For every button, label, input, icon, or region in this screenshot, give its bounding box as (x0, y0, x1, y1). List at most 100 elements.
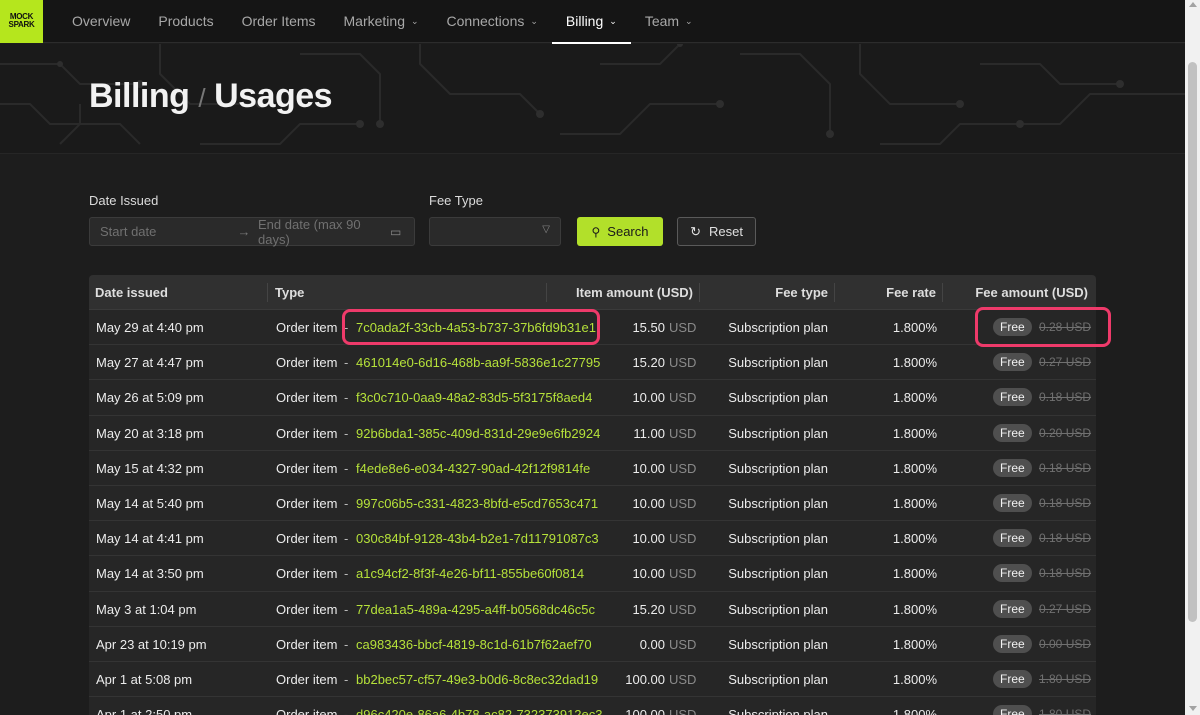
column-fee-type[interactable]: Fee type (775, 285, 828, 300)
page-header-banner: Billing / Usages (0, 44, 1185, 154)
date-issued-label: Date Issued (89, 193, 159, 208)
cell-item-amount: 100.00 (625, 707, 665, 715)
dash-separator: - (344, 355, 349, 371)
cell-fee-rate: 1.800% (892, 671, 937, 687)
nav-item-label: Order Items (241, 13, 316, 29)
table-row[interactable]: May 15 at 4:32 pm Order item - f4ede8e6-e03… (89, 451, 1096, 486)
free-badge: Free (993, 599, 1032, 618)
table-row[interactable]: May 14 at 4:41 pm Order item -030c84bf-912… (89, 521, 1096, 557)
column-divider (834, 283, 835, 302)
chevron-down-icon: ▽ (542, 224, 550, 235)
dash-separator: - (344, 601, 349, 617)
breadcrumb-billing[interactable]: Billing (89, 77, 190, 116)
usages-table: Date issued Type Item amount (USD) Fee t… (89, 275, 1096, 715)
column-divider (699, 283, 700, 302)
dash-separator: - (344, 636, 349, 652)
dash-separator: - (344, 531, 349, 547)
table-row[interactable]: Apr 23 at 10:19 pm Order item - ca983436-bb… (89, 627, 1096, 662)
start-date-input[interactable]: Start date (100, 224, 230, 239)
breadcrumb-usages: Usages (214, 77, 333, 115)
cell-fee-original: 0.18 USD (1039, 495, 1092, 510)
brand-logo[interactable]: MOCK SPARK (0, 0, 43, 43)
nav-item-label: Billing (565, 13, 604, 29)
cell-fee-rate: 1.800% (892, 390, 937, 406)
table-row[interactable]: May 20 at 3:18 pm Order item -92b6bda1-385… (89, 416, 1096, 451)
reset-button[interactable]: ↻ Reset (677, 217, 756, 246)
cell-type: Order item (276, 601, 338, 617)
cell-fee-type: Subscription plan (728, 601, 828, 617)
cell-currency: USD (669, 390, 697, 406)
dash-separator: - (344, 671, 349, 687)
cell-currency: USD (669, 636, 697, 652)
nav-item-order-items[interactable]: Order Items (228, 0, 330, 43)
nav-item-connections[interactable]: Connections ⌄ (433, 0, 552, 43)
order-item-link[interactable]: f3c0c710-0aa9-48a2-83d5-5f3175f8aed4 (356, 390, 592, 405)
table-row[interactable]: Apr 1 at 5:08 pm Order item - bb2bec57-cf57… (89, 662, 1096, 698)
order-item-link[interactable]: 997c06b5-c331-4823-8bfd-e5cd7653c471 (356, 496, 598, 511)
table-row[interactable]: May 29 at 4:40 pm Order item -7c0ada2f-33c… (89, 310, 1096, 346)
table-row[interactable]: May 27 at 4:47 pm Order item -461014e0-6d1… (89, 345, 1096, 381)
free-badge: Free (993, 388, 1032, 407)
order-item-link[interactable]: a1c94cf2-8f3f-4e26-bf11-855be60f0814 (356, 566, 584, 581)
cell-item-amount: 10.00 (632, 460, 665, 476)
scrollbar-thumb[interactable] (1188, 62, 1197, 622)
column-fee-rate[interactable]: Fee rate (886, 285, 936, 300)
column-divider (267, 283, 268, 302)
order-item-link[interactable]: 7c0ada2f-33cb-4a53-b737-37b6fd9b31e1 (356, 320, 596, 335)
scroll-up-arrow-icon[interactable] (1189, 2, 1197, 7)
free-badge: Free (993, 458, 1032, 477)
cell-type: Order item (276, 425, 338, 441)
order-item-link[interactable]: bb2bec57-cf57-49e3-b0d6-8c8ec32dad19 (356, 672, 598, 687)
table-row[interactable]: May 26 at 5:09 pm Order item - f3c0c710-0aa… (89, 380, 1096, 416)
cell-fee-original: 0.27 USD (1039, 601, 1092, 616)
column-item-amount[interactable]: Item amount (USD) (576, 285, 693, 300)
nav-item-products[interactable]: Products (144, 0, 227, 43)
column-date-issued[interactable]: Date issued (95, 285, 168, 300)
order-item-link[interactable]: f4ede8e6-e034-4327-90ad-42f12f9814fe (356, 461, 590, 476)
scroll-down-arrow-icon[interactable] (1189, 706, 1197, 711)
order-item-link[interactable]: 030c84bf-9128-43b4-b2e1-7d11791087c3 (356, 531, 599, 546)
cell-fee-rate: 1.800% (892, 425, 937, 441)
order-item-link[interactable]: ca983436-bbcf-4819-8c1d-61b7f62aef70 (356, 637, 592, 652)
search-icon: ⚲ (591, 224, 601, 239)
order-item-link[interactable]: 92b6bda1-385c-409d-831d-29e9e6fb2924 (356, 426, 600, 441)
nav-item-overview[interactable]: Overview (58, 0, 144, 43)
nav-item-team[interactable]: Team ⌄ (631, 0, 707, 43)
page-title: Billing / Usages (89, 77, 333, 116)
order-item-link[interactable]: 461014e0-6d16-468b-aa9f-5836e1c27795 (356, 355, 600, 370)
date-range-picker[interactable]: Start date → End date (max 90 days) ▭ (89, 217, 415, 247)
nav-item-marketing[interactable]: Marketing ⌄ (330, 0, 433, 43)
cell-type: Order item (276, 566, 338, 582)
cell-date: Apr 1 at 2:50 pm (96, 707, 193, 715)
end-date-input[interactable]: End date (max 90 days) (258, 217, 390, 247)
cell-fee-type: Subscription plan (728, 707, 828, 715)
order-item-link[interactable]: d96c420e-86a6-4b78-ac82-732373912ec3 (356, 707, 603, 715)
order-item-link[interactable]: 77dea1a5-489a-4295-a4ff-b0568dc46c5c (356, 602, 595, 617)
cell-fee-rate: 1.800% (892, 601, 937, 617)
cell-currency: USD (669, 601, 697, 617)
table-row[interactable]: Apr 1 at 2:50 pm Order item - d96c420e-86a6… (89, 697, 1096, 715)
cell-fee-rate: 1.800% (892, 707, 937, 715)
nav-items: Overview Products Order Items Marketing ⌄ Con… (58, 0, 707, 44)
nav-item-billing[interactable]: Billing ⌄ (551, 0, 631, 44)
cell-fee-rate: 1.800% (892, 531, 937, 547)
cell-fee-rate: 1.800% (892, 320, 937, 335)
column-fee-amount[interactable]: Fee amount (USD) (975, 285, 1088, 300)
cell-date: May 15 at 4:32 pm (96, 460, 204, 476)
table-row[interactable]: May 14 at 5:40 pm Order item -997c06b5-c33… (89, 486, 1096, 522)
search-button[interactable]: ⚲ Search (577, 217, 663, 246)
table-row[interactable]: May 14 at 3:50 pm Order item - a1c94cf2-8f3… (89, 556, 1096, 592)
page-scrollbar[interactable] (1185, 0, 1200, 715)
column-type[interactable]: Type (275, 285, 304, 300)
free-badge: Free (993, 705, 1032, 715)
cell-type: Order item (276, 636, 338, 652)
fee-type-select[interactable]: ▽ (429, 217, 561, 246)
chevron-down-icon: ⌄ (530, 15, 538, 26)
table-row[interactable]: May 3 at 1:04 pm Order item -77dea1a5-489a… (89, 592, 1096, 627)
chevron-down-icon: ⌄ (685, 15, 693, 26)
cell-fee-original: 0.18 USD (1039, 390, 1092, 405)
breadcrumb-separator: / (198, 83, 206, 113)
calendar-icon[interactable]: ▭ (390, 225, 414, 239)
dash-separator: - (344, 566, 349, 582)
cell-date: May 14 at 5:40 pm (96, 495, 204, 511)
